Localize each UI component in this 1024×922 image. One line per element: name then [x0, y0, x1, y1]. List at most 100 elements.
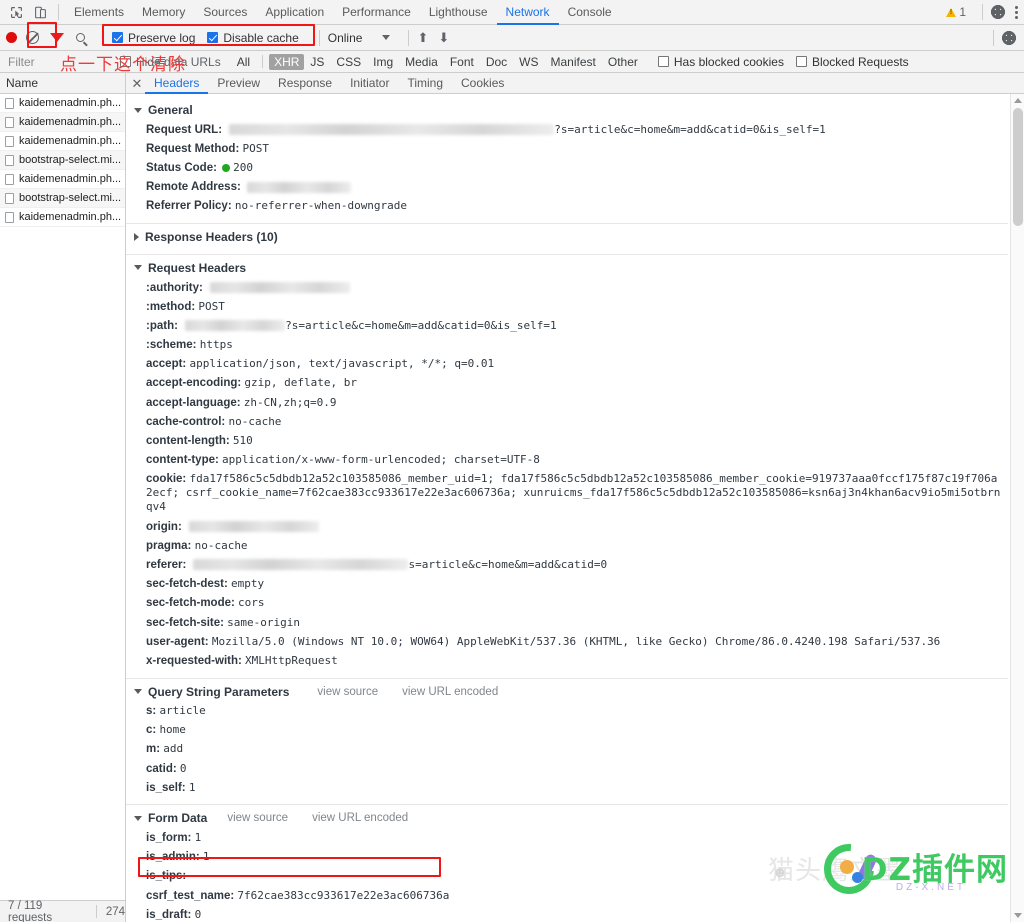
filter-type-media[interactable]: Media [399, 55, 444, 69]
close-icon[interactable]: ✕ [129, 73, 145, 94]
settings-gear-icon[interactable] [991, 5, 1005, 19]
filter-divider [262, 55, 264, 68]
table-row[interactable]: kaidemenadmin.ph... [0, 113, 125, 132]
table-row[interactable]: bootstrap-select.mi... [0, 151, 125, 170]
form-view-source-link[interactable]: view source [227, 812, 288, 824]
header-value: POST [198, 299, 225, 313]
table-row[interactable]: kaidemenadmin.ph... [0, 170, 125, 189]
query-param-row: c: home [126, 721, 1008, 740]
has-blocked-cookies-checkbox-box [657, 56, 669, 67]
query-view-source-link[interactable]: view source [317, 686, 378, 698]
header-key: cache-control: [146, 415, 226, 428]
tab-elements[interactable]: Elements [65, 0, 133, 25]
filter-funnel-icon[interactable] [50, 33, 64, 42]
request-headers-section-header[interactable]: Request Headers [126, 258, 1008, 278]
inspect-element-icon[interactable] [4, 0, 28, 24]
general-section-header[interactable]: General [126, 100, 1008, 120]
preserve-log-checkbox-box [112, 32, 123, 43]
preserve-log-checkbox[interactable]: Preserve log [112, 31, 195, 45]
redacted-blob [185, 320, 286, 332]
filter-type-all[interactable]: All [231, 55, 256, 69]
header-row-cache-control: cache-control: no-cache [126, 412, 1008, 431]
redacted-blob [193, 559, 409, 571]
scrollbar-thumb[interactable] [1013, 108, 1023, 226]
tab-timing[interactable]: Timing [398, 73, 452, 94]
record-button-icon[interactable] [6, 32, 17, 43]
devtools-window: Elements Memory Sources Application Perf… [0, 0, 1024, 922]
table-row[interactable]: kaidemenadmin.ph... [0, 208, 125, 227]
disable-cache-label: Disable cache [223, 30, 299, 45]
filter-type-other[interactable]: Other [602, 55, 644, 69]
tab-application[interactable]: Application [256, 0, 333, 25]
tab-sources[interactable]: Sources [194, 0, 256, 25]
export-har-icon[interactable]: ⬇ [438, 31, 449, 44]
chevron-down-icon[interactable] [382, 35, 391, 40]
device-toolbar-icon[interactable] [28, 0, 52, 24]
search-icon[interactable] [76, 33, 85, 42]
tabbar-divider [58, 4, 59, 20]
table-row[interactable]: bootstrap-select.mi... [0, 189, 125, 208]
filter-type-doc[interactable]: Doc [480, 55, 513, 69]
tab-lighthouse[interactable]: Lighthouse [420, 0, 497, 25]
header-value: Mozilla/5.0 (Windows NT 10.0; WOW64) App… [211, 634, 941, 648]
response-headers-section-header[interactable]: Response Headers (10) [126, 227, 1008, 247]
form-data-section-header[interactable]: Form Data view source view URL encoded [126, 808, 1008, 828]
header-row-accept-encoding: accept-encoding: gzip, deflate, br [126, 374, 1008, 393]
tab-initiator[interactable]: Initiator [341, 73, 398, 94]
form-view-url-encoded-link[interactable]: view URL encoded [312, 812, 408, 824]
tab-headers[interactable]: Headers [145, 73, 208, 94]
transferred-size: 274 [105, 905, 125, 918]
filter-type-manifest[interactable]: Manifest [545, 55, 602, 69]
network-settings-gear-icon[interactable] [1002, 30, 1016, 45]
tab-response[interactable]: Response [269, 73, 341, 94]
header-value: empty [231, 577, 265, 591]
param-value: article [159, 704, 206, 718]
request-name: bootstrap-select.mi... [19, 154, 122, 166]
param-value: 1 [194, 831, 202, 845]
disable-cache-checkbox[interactable]: Disable cache [207, 30, 299, 45]
has-blocked-cookies-checkbox[interactable]: Has blocked cookies [657, 55, 784, 69]
warning-badge[interactable]: 1 [946, 5, 966, 19]
header-row-x-requested-with: x-requested-with: XMLHttpRequest [126, 651, 1008, 670]
param-key: catid: [146, 762, 177, 775]
detail-scrollbar[interactable] [1010, 94, 1024, 922]
filter-type-font[interactable]: Font [444, 55, 480, 69]
tab-console[interactable]: Console [559, 0, 621, 25]
request-name: kaidemenadmin.ph... [19, 211, 122, 223]
header-row-path: :path: ?s=article&c=home&m=add&catid=0&i… [126, 316, 1008, 335]
query-view-url-encoded-link[interactable]: view URL encoded [402, 686, 498, 698]
table-row[interactable]: kaidemenadmin.ph... [0, 94, 125, 113]
filter-type-ws[interactable]: WS [513, 55, 544, 69]
scroll-down-arrow-icon[interactable] [1014, 913, 1022, 918]
header-key: :method: [146, 300, 196, 313]
tab-cookies[interactable]: Cookies [452, 73, 513, 94]
tab-performance[interactable]: Performance [333, 0, 420, 25]
filter-type-css[interactable]: CSS [330, 55, 367, 69]
document-icon [5, 192, 14, 204]
header-key: cookie: [146, 473, 187, 486]
import-har-icon[interactable]: ⬆ [417, 31, 428, 44]
more-options-icon[interactable] [1015, 5, 1018, 19]
query-string-section-header[interactable]: Query String Parameters view source view… [126, 682, 1008, 702]
throttle-select-value[interactable]: Online [328, 31, 363, 45]
clear-requests-icon[interactable] [26, 31, 39, 44]
request-detail-pane: ✕ Headers Preview Response Initiator Tim… [126, 73, 1024, 922]
document-icon [5, 154, 14, 166]
warning-triangle-icon [946, 7, 957, 17]
blocked-requests-checkbox-box [795, 56, 807, 67]
param-value: 0 [179, 761, 187, 775]
filter-type-xhr[interactable]: XHR [269, 53, 305, 70]
table-row[interactable]: kaidemenadmin.ph... [0, 132, 125, 151]
toolbar-divider-2 [318, 29, 320, 46]
scroll-up-arrow-icon[interactable] [1014, 98, 1022, 103]
header-key: origin: [146, 520, 182, 533]
form-data-title: Form Data [148, 811, 208, 826]
tab-preview[interactable]: Preview [208, 73, 269, 94]
tab-memory[interactable]: Memory [133, 0, 194, 25]
blocked-requests-checkbox[interactable]: Blocked Requests [795, 55, 909, 69]
filter-type-js[interactable]: JS [304, 55, 330, 69]
param-key: is_tips: [146, 870, 187, 883]
request-url-row: Request URL: ?s=article&c=home&m=add&cat… [126, 120, 1008, 139]
tab-network[interactable]: Network [497, 0, 559, 25]
filter-type-img[interactable]: Img [367, 55, 399, 69]
